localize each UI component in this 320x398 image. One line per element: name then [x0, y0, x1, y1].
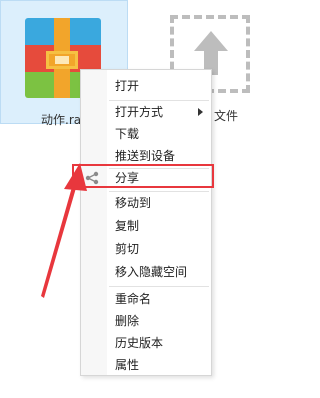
menu-item-move-to[interactable]: 移动到	[81, 192, 211, 214]
menu-item-open[interactable]: 打开	[81, 75, 211, 97]
menu-item-label: 属性	[115, 358, 140, 372]
share-highlight-box	[72, 164, 214, 188]
menu-item-label: 移入隐藏空间	[115, 265, 188, 279]
submenu-arrow-icon	[198, 108, 203, 116]
file-name: 动作.ra	[41, 113, 82, 127]
menu-item-properties[interactable]: 属性	[81, 354, 211, 376]
menu-item-copy[interactable]: 复制	[81, 215, 211, 237]
menu-item-label: 历史版本	[115, 336, 164, 350]
menu-item-label: 复制	[115, 219, 140, 233]
menu-item-move-to-hidden-space[interactable]: 移入隐藏空间	[81, 261, 211, 283]
menu-separator	[109, 286, 209, 287]
menu-item-download[interactable]: 下载	[81, 123, 211, 145]
menu-item-open-with[interactable]: 打开方式	[81, 101, 211, 123]
menu-item-cut[interactable]: 剪切	[81, 238, 211, 260]
menu-item-rename[interactable]: 重命名	[81, 288, 211, 310]
menu-item-label: 重命名	[115, 292, 152, 306]
menu-item-label: 打开方式	[115, 105, 164, 119]
context-menu: 打开 打开方式 下载 推送到设备 分享 移动到 复制 剪切 移入隐藏空间 重命名	[80, 69, 212, 376]
menu-item-label: 打开	[115, 79, 140, 93]
menu-item-label: 删除	[115, 314, 140, 328]
menu-item-delete[interactable]: 删除	[81, 310, 211, 332]
menu-item-label: 下载	[115, 127, 140, 141]
placeholder-file-name: 文件	[214, 109, 239, 123]
menu-item-label: 移动到	[115, 196, 152, 210]
menu-item-history-versions[interactable]: 历史版本	[81, 332, 211, 354]
menu-item-label: 剪切	[115, 242, 140, 256]
